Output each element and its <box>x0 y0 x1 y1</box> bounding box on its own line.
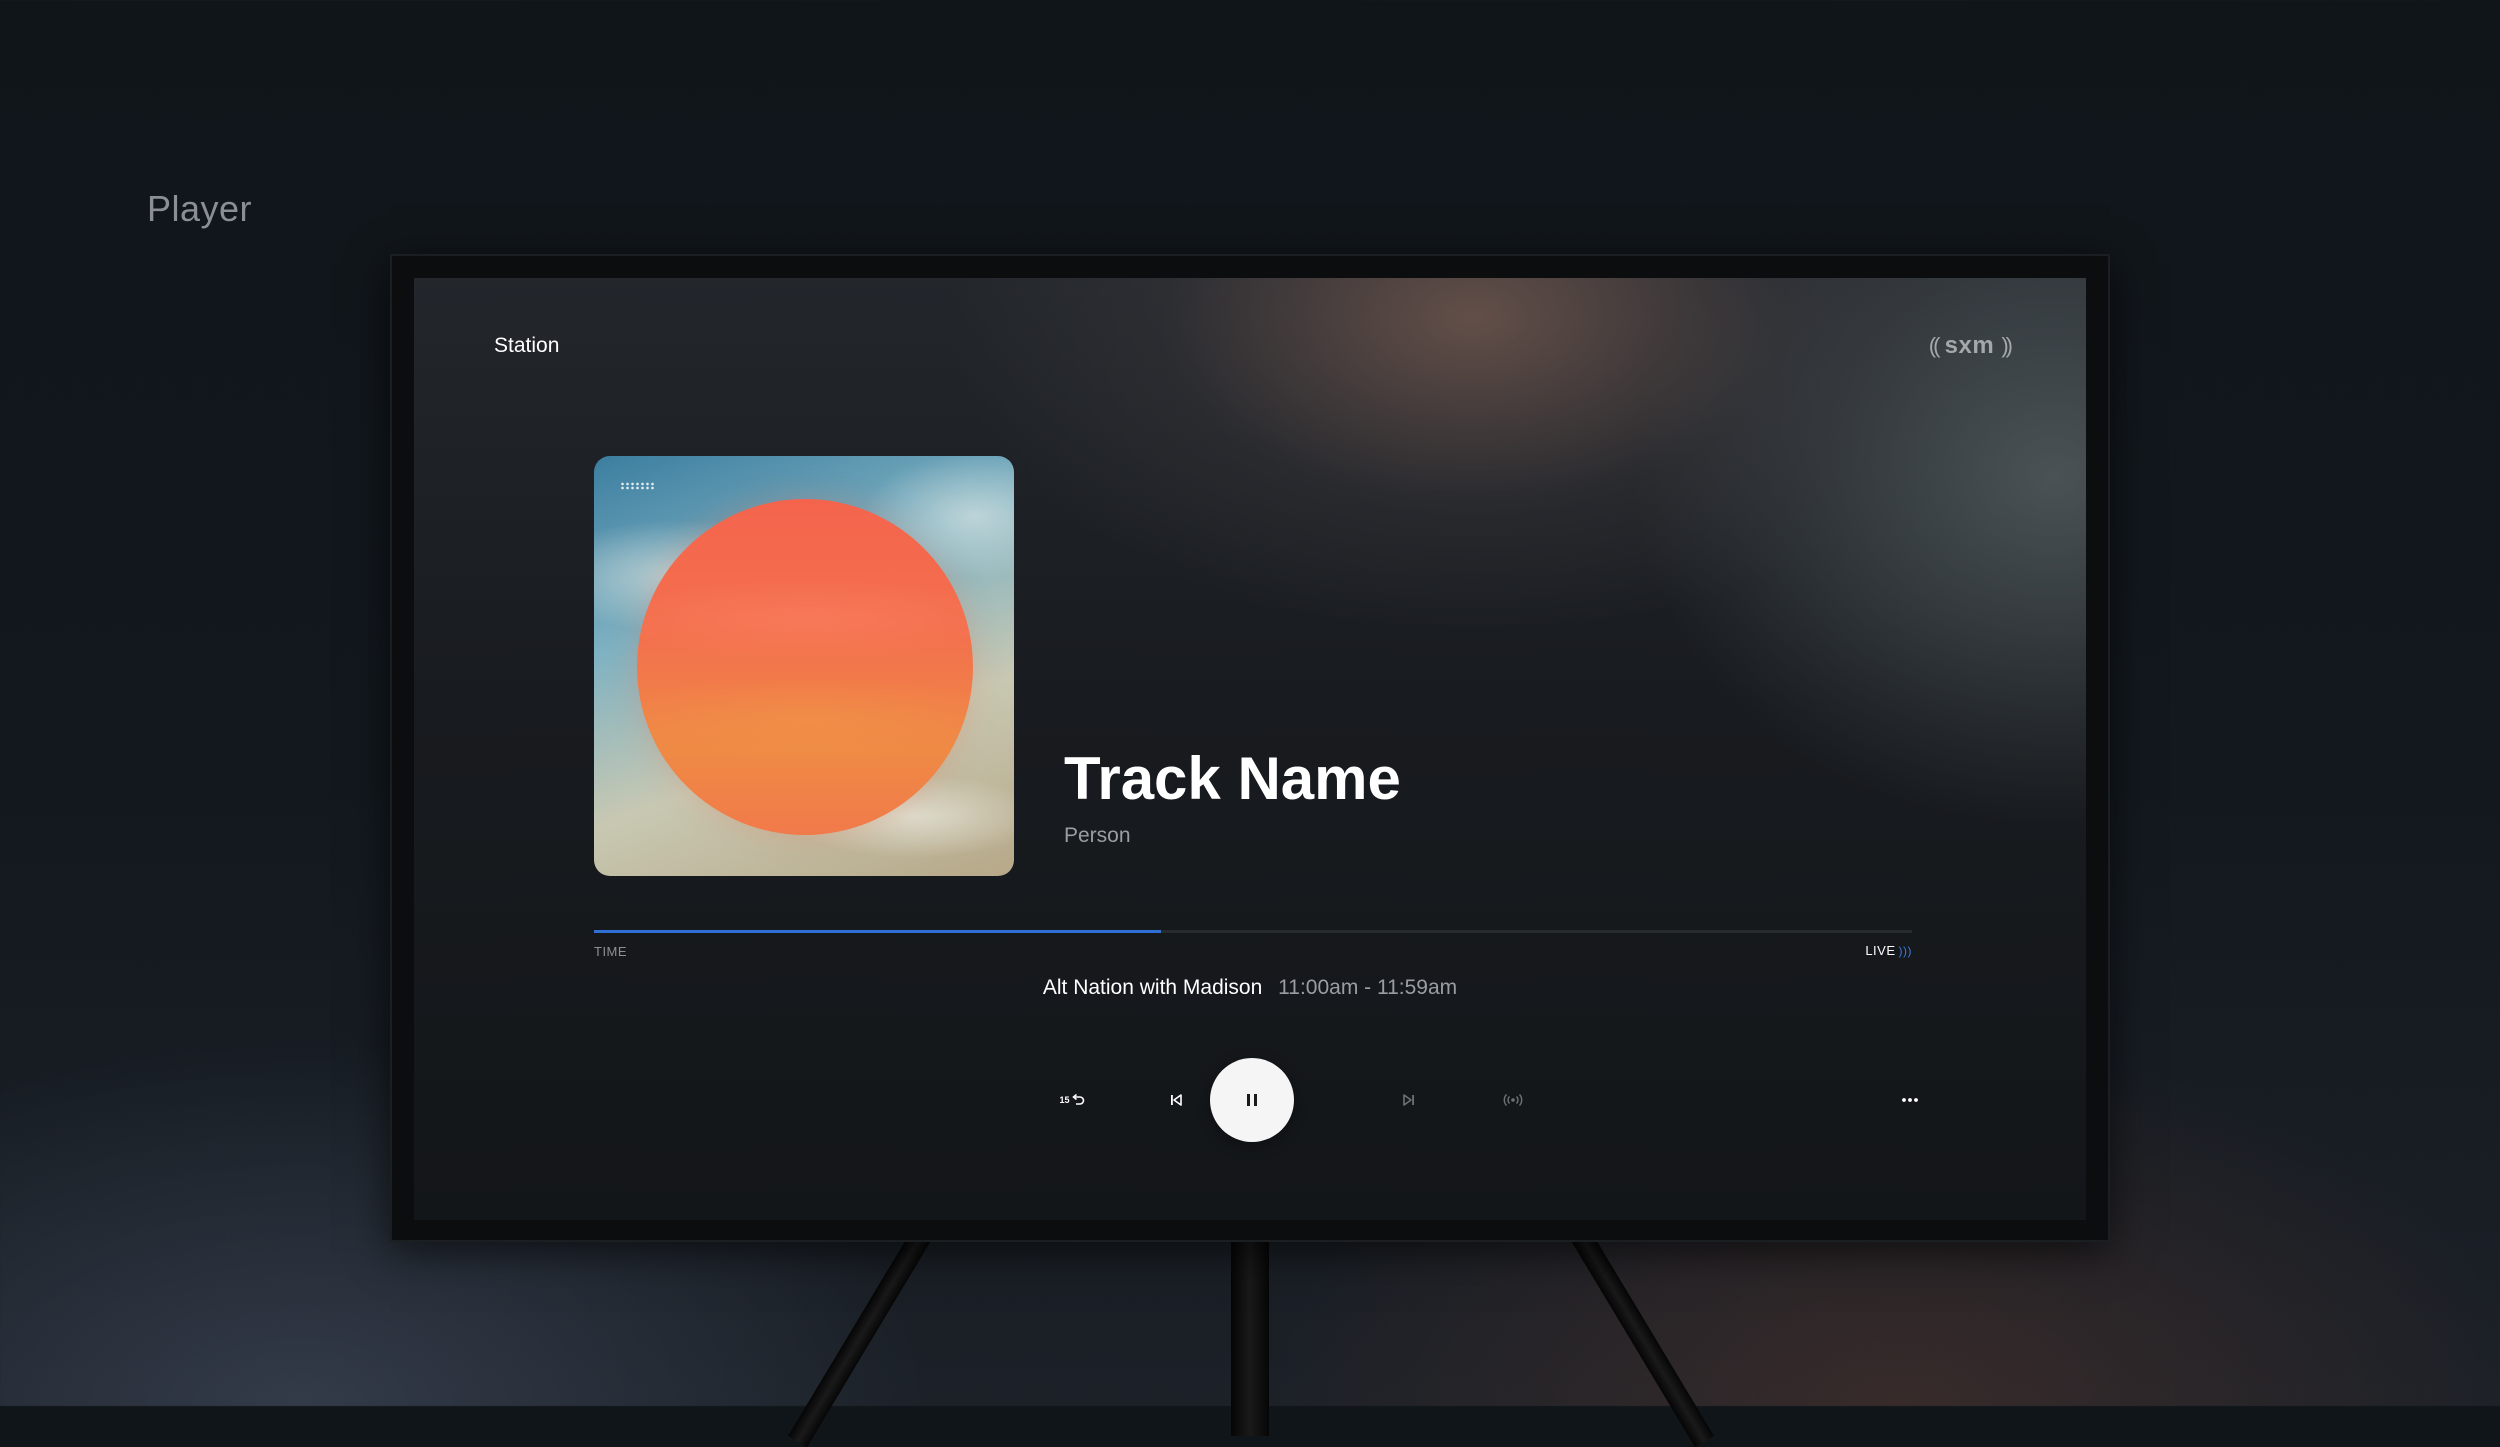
tv-stand-leg-middle <box>1231 1236 1269 1436</box>
album-art-mark <box>620 482 656 490</box>
sxm-logo: (( sxm )) <box>1928 332 2013 360</box>
go-live-button[interactable] <box>1491 1078 1535 1122</box>
artist-name: Person <box>1064 824 1131 847</box>
rewind-15-icon <box>1071 1093 1084 1105</box>
skip-previous-button[interactable] <box>1154 1078 1198 1122</box>
tv-screen: Station (( sxm )) Track Name Person TIME… <box>414 278 2086 1220</box>
album-art-sun <box>637 499 973 835</box>
logo-wave-left: (( <box>1928 333 1941 358</box>
rewind-amount: 15 <box>1059 1095 1070 1105</box>
tv-frame: Station (( sxm )) Track Name Person TIME… <box>390 254 2110 1242</box>
page-title: Player <box>147 188 253 229</box>
more-options-button[interactable] <box>1888 1078 1932 1122</box>
playback-controls: 15 <box>414 1056 2086 1146</box>
tv-stand-leg-right <box>1571 1230 1715 1447</box>
logo-wave-right: )) <box>2001 333 2013 358</box>
live-indicator[interactable]: LIVE))) <box>1865 943 1912 958</box>
show-time: 11:00am - 11:59am <box>1278 976 1458 999</box>
skip-next-icon <box>1403 1094 1414 1106</box>
pause-button[interactable] <box>1210 1058 1294 1142</box>
tv-stand-leg-left <box>787 1230 931 1447</box>
broadcast-wave-icon: ))) <box>1898 944 1912 958</box>
logo-text: sxm <box>1944 332 1995 359</box>
station-label[interactable]: Station <box>494 334 559 358</box>
show-name: Alt Nation with Madison <box>1042 976 1263 999</box>
live-label: LIVE <box>1865 943 1896 958</box>
go-live-icon <box>1503 1094 1523 1106</box>
show-info: Alt Nation with Madison 11:00am - 11:59a… <box>414 976 2086 1000</box>
progress-fill <box>594 930 1161 933</box>
more-options-icon <box>1902 1098 1918 1102</box>
time-label: TIME <box>594 944 628 959</box>
rewind-15-button[interactable]: 15 <box>1050 1078 1094 1122</box>
pause-icon <box>1247 1094 1257 1106</box>
album-art <box>594 456 1014 876</box>
skip-previous-icon <box>1171 1094 1182 1106</box>
skip-next-button[interactable] <box>1387 1078 1431 1122</box>
progress-bar[interactable] <box>594 930 1912 933</box>
track-name: Track Name <box>1064 745 1401 812</box>
